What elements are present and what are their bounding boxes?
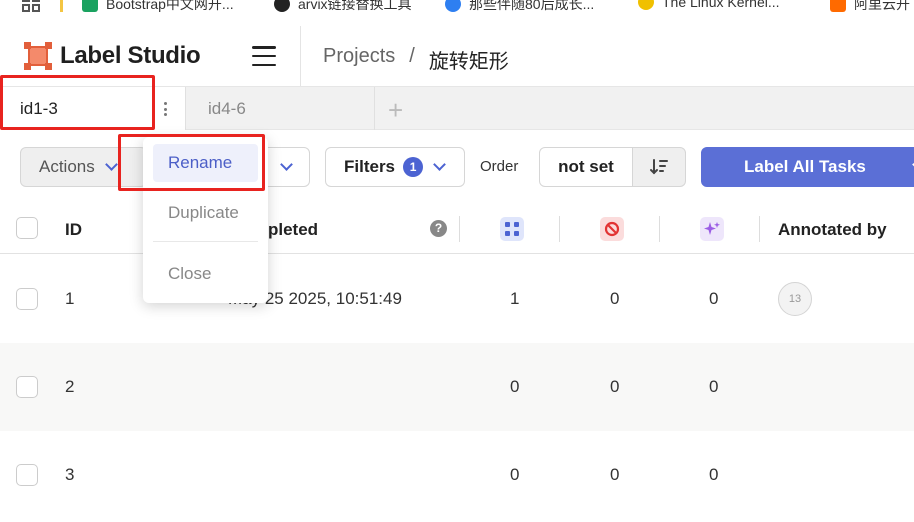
filters-count-badge: 1 bbox=[403, 157, 424, 177]
app-header: Label Studio Projects / 旋转矩形 bbox=[0, 12, 914, 86]
column-header-completed[interactable]: pleted bbox=[268, 220, 318, 240]
cell-predictions: 0 bbox=[709, 377, 719, 396]
columns-button[interactable] bbox=[262, 147, 310, 187]
annotator-avatar[interactable]: 13 bbox=[778, 282, 812, 316]
menu-divider bbox=[153, 241, 258, 242]
breadcrumb-projects-link[interactable]: Projects bbox=[323, 45, 395, 74]
label-studio-logo-icon bbox=[24, 42, 52, 70]
bookmark-label: 阿里云开 bbox=[854, 0, 910, 12]
bookmark-label: Bootstrap中文网开... bbox=[106, 0, 234, 12]
cell-id: 2 bbox=[65, 377, 75, 396]
order-value: not set bbox=[558, 157, 614, 176]
order-label: Order bbox=[480, 158, 519, 175]
menu-item-close[interactable]: Close bbox=[153, 255, 258, 293]
cell-annotations: 0 bbox=[510, 377, 520, 396]
bookmark-bootstrap[interactable]: Bootstrap中文网开... bbox=[82, 0, 234, 12]
cell-annotations: 1 bbox=[510, 289, 520, 308]
tab-id4-6[interactable]: id4-6 bbox=[185, 87, 375, 130]
bookmark-arvix[interactable]: arvix链接替换工具 bbox=[274, 0, 412, 12]
cell-cancelled: 0 bbox=[610, 377, 620, 396]
cell-predictions: 0 bbox=[709, 465, 719, 484]
annotations-count-icon[interactable] bbox=[500, 217, 524, 241]
row-checkbox[interactable] bbox=[16, 376, 38, 398]
bookmark-label: The Linux Kernel... bbox=[662, 0, 780, 10]
cell-id: 1 bbox=[65, 289, 75, 308]
apps-grid-icon[interactable] bbox=[22, 0, 40, 12]
column-header-annotated-by[interactable]: Annotated by bbox=[778, 220, 887, 240]
menu-hamburger-icon[interactable] bbox=[252, 46, 276, 66]
cancelled-count-icon[interactable] bbox=[600, 217, 624, 241]
cell-cancelled: 0 bbox=[610, 465, 620, 484]
select-all-checkbox[interactable] bbox=[16, 217, 38, 239]
cell-annotations: 0 bbox=[510, 465, 520, 484]
cell-id: 3 bbox=[65, 465, 75, 484]
tab-label: id1-3 bbox=[20, 98, 58, 118]
breadcrumb-separator: / bbox=[409, 45, 415, 67]
breadcrumb: Projects / 旋转矩形 bbox=[323, 45, 509, 74]
chevron-down-icon bbox=[104, 158, 118, 171]
bookmark-aliyun[interactable]: 阿里云开 bbox=[830, 0, 910, 12]
header-divider bbox=[300, 26, 301, 86]
bookmark-80s[interactable]: 那些伴随80后成长... bbox=[445, 0, 594, 12]
chevron-down-icon bbox=[279, 158, 293, 171]
column-header-id[interactable]: ID bbox=[65, 220, 82, 240]
row-checkbox[interactable] bbox=[16, 288, 38, 310]
table-row[interactable]: 1 May 25 2025, 10:51:49 1 0 0 bbox=[0, 255, 914, 343]
table-header: ID pleted ? Annotated by bbox=[0, 204, 914, 254]
breadcrumb-current-project: 旋转矩形 bbox=[428, 51, 509, 73]
order-select[interactable]: not set bbox=[539, 147, 633, 187]
tab-options-kebab-icon[interactable] bbox=[160, 99, 170, 119]
app-name: Label Studio bbox=[60, 42, 201, 69]
tab-label: id4-6 bbox=[208, 98, 246, 118]
tab-context-menu: Rename Duplicate Close bbox=[143, 137, 268, 303]
cell-predictions: 0 bbox=[709, 289, 719, 308]
menu-item-duplicate[interactable]: Duplicate bbox=[153, 194, 258, 232]
filters-label: Filters bbox=[344, 157, 396, 176]
menu-item-rename[interactable]: Rename bbox=[153, 144, 258, 182]
aliyun-icon bbox=[830, 0, 846, 12]
sort-descending-icon bbox=[650, 159, 668, 175]
linux-icon bbox=[638, 0, 654, 10]
row-checkbox[interactable] bbox=[16, 464, 38, 486]
cell-cancelled: 0 bbox=[610, 289, 620, 308]
table-row[interactable]: 3 0 0 0 bbox=[0, 431, 914, 519]
tab-id1-3[interactable]: id1-3 bbox=[0, 87, 185, 130]
predictions-sparkle-icon[interactable] bbox=[700, 217, 724, 241]
bookmarks-separator bbox=[60, 0, 63, 12]
bookmark-linux[interactable]: The Linux Kernel... bbox=[638, 0, 780, 10]
k-icon bbox=[445, 0, 461, 12]
table-row[interactable]: 2 0 0 0 bbox=[0, 343, 914, 431]
bootstrap-icon bbox=[82, 0, 98, 12]
label-all-tasks-label: Label All Tasks bbox=[744, 157, 866, 176]
bookmark-label: 那些伴随80后成长... bbox=[469, 0, 595, 12]
bookmark-label: arvix链接替换工具 bbox=[298, 0, 412, 12]
filters-button[interactable]: Filters 1 bbox=[325, 147, 465, 187]
actions-button[interactable]: Actions bbox=[20, 147, 147, 187]
view-tabs: id1-3 id4-6 + bbox=[0, 86, 914, 130]
app-logo[interactable]: Label Studio bbox=[24, 42, 201, 70]
github-icon bbox=[274, 0, 290, 12]
chevron-down-icon bbox=[433, 158, 446, 171]
add-tab-plus-icon[interactable]: + bbox=[388, 95, 403, 126]
sort-direction-button[interactable] bbox=[632, 147, 686, 187]
bookmarks-bar: Bootstrap中文网开... arvix链接替换工具 那些伴随80后成长..… bbox=[0, 0, 914, 12]
actions-label: Actions bbox=[39, 157, 95, 176]
label-all-tasks-button[interactable]: Label All Tasks bbox=[701, 147, 914, 187]
help-question-icon[interactable]: ? bbox=[430, 220, 447, 237]
